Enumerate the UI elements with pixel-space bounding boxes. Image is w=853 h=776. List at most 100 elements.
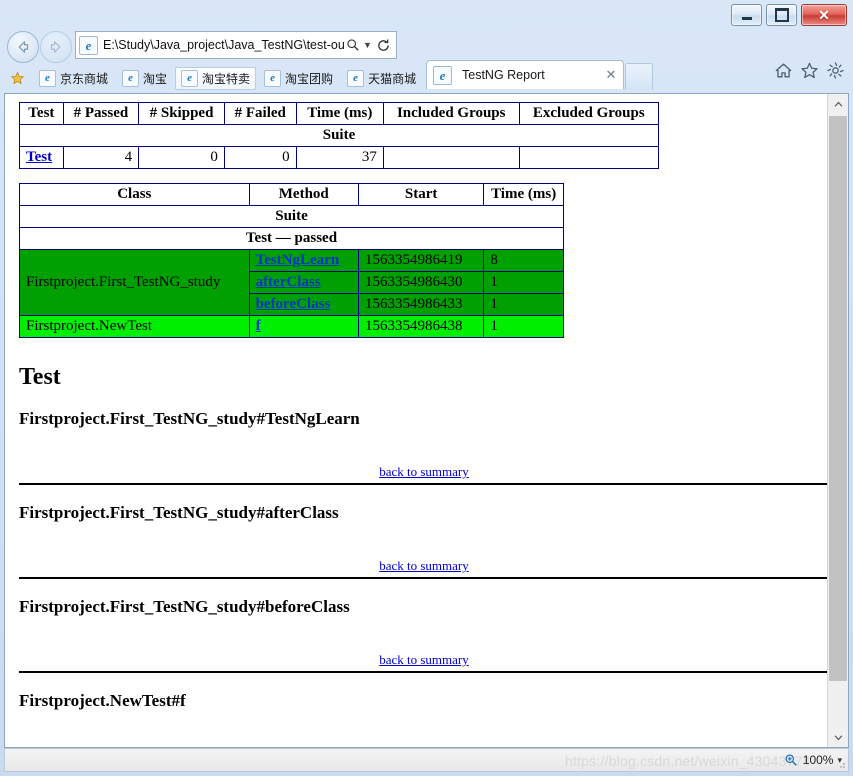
favorite-item-taobao-group[interactable]: e 淘宝团购 [258,67,339,90]
minimize-button[interactable] [731,4,762,26]
results-time-value: 8 [483,249,564,272]
back-button[interactable] [7,31,39,63]
results-time-value: 1 [483,293,564,316]
results-col-method: Method [248,183,359,206]
summary-included-groups-value [382,146,520,169]
back-to-summary-link[interactable]: back to summary [379,558,469,573]
summary-col-excluded-groups: Excluded Groups [518,102,660,125]
results-method-link[interactable]: TestNgLearn [256,252,340,268]
back-arrow-icon [18,41,29,53]
results-class-name: Firstproject.NewTest [19,315,250,338]
scroll-up-button[interactable] [828,94,848,114]
resize-grip-icon[interactable] [836,759,846,769]
table-row: Firstproject.NewTest f 1563354986438 1 [19,315,564,338]
scrollbar-thumb[interactable] [829,116,847,681]
results-method-link[interactable]: f [256,318,261,334]
results-time-value: 1 [483,271,564,294]
summary-col-skipped: # Skipped [138,102,225,125]
zoom-icon [784,753,799,768]
summary-test-link-cell: Test [19,146,64,169]
results-method-cell: f [248,315,359,338]
favorite-item-jd[interactable]: e 京东商城 [33,67,114,90]
window-controls: ✕ [731,4,847,26]
chevron-up-icon [834,101,842,107]
summary-col-time: Time (ms) [295,102,384,125]
page-favicon-icon: e [79,35,98,55]
summary-test-link[interactable]: Test [26,149,52,165]
forward-button[interactable] [40,31,72,63]
address-bar[interactable]: e E:\Study\Java_project\Java_TestNG\test… [75,31,397,59]
favorite-label: 淘宝 [143,71,168,86]
address-bar-icons: ▼ [345,35,394,55]
chevron-down-icon [834,734,842,740]
back-to-summary-wrap: back to summary [19,463,828,481]
favorite-label: 淘宝团购 [285,71,334,86]
summary-skipped-value: 0 [138,146,225,169]
detail-heading-testnglearn: Firstproject.First_TestNG_study#TestNgLe… [19,409,360,428]
section-divider [19,671,828,673]
summary-col-included-groups: Included Groups [382,102,520,125]
favorites-star-icon[interactable] [8,69,27,88]
favicon-icon: e [39,69,56,87]
maximize-icon [774,8,789,22]
favorite-label: 淘宝特卖 [202,71,251,86]
results-method-link[interactable]: beforeClass [256,296,331,312]
favicon-icon: e [347,69,365,87]
vertical-scrollbar[interactable] [827,94,848,747]
detail-heading-newtest-f: Firstproject.NewTest#f [19,691,186,710]
close-button[interactable]: ✕ [801,4,847,26]
results-status-row: Test — passed [19,227,564,250]
table-row: Test 4 0 0 37 [19,146,660,169]
summary-suite-label: Suite [19,124,659,147]
back-to-summary-wrap: back to summary [19,557,828,575]
summary-col-test: Test [19,102,64,125]
testng-report-page: Test # Passed # Skipped # Failed Time (m… [5,94,828,747]
summary-suite-row: Suite [19,124,659,147]
navigation-bar: e E:\Study\Java_project\Java_TestNG\test… [0,28,853,90]
section-divider [19,483,828,485]
status-bar: https://blog.csdn.net/weixin_43043774 10… [4,748,849,772]
results-suite-label: Suite [19,205,564,228]
results-status-label: Test — passed [19,227,564,250]
results-table: Class Method Start Time (ms) Suite Test … [19,183,564,338]
summary-passed-value: 4 [62,146,140,169]
page-title: Test [19,364,61,390]
favorite-item-tmall[interactable]: e 天猫商城 [341,67,422,90]
favorites-bar: e 京东商城 e 淘宝 e 淘宝特卖 e 淘宝团购 e 天猫商城 [0,64,853,92]
summary-failed-value: 0 [223,146,297,169]
back-to-summary-link[interactable]: back to summary [379,652,469,667]
results-method-cell: TestNgLearn [248,249,359,272]
address-input[interactable]: E:\Study\Java_project\Java_TestNG\test-o… [103,38,345,52]
favorite-item-taobao[interactable]: e 淘宝 [116,67,173,90]
results-col-time: Time (ms) [483,183,564,206]
back-to-summary-link[interactable]: back to summary [379,464,469,479]
summary-col-passed: # Passed [62,102,140,125]
section-divider [19,577,828,579]
results-header-row: Class Method Start Time (ms) [19,183,564,206]
scroll-down-button[interactable] [828,727,848,747]
favorite-item-taobao-sale[interactable]: e 淘宝特卖 [175,66,257,90]
summary-excluded-groups-value [518,146,660,169]
table-row: Firstproject.First_TestNG_study TestNgLe… [19,249,564,316]
favicon-icon: e [264,69,282,87]
results-start-value: 1563354986438 [357,315,485,338]
chevron-down-icon[interactable]: ▼ [362,35,373,55]
summary-col-failed: # Failed [223,102,297,125]
results-method-cell: afterClass [248,271,359,294]
browser-window: ✕ e E:\Study\Java_project\Java_TestNG\te… [0,0,853,776]
refresh-icon[interactable] [374,35,392,55]
close-icon: ✕ [818,7,830,23]
results-start-value: 1563354986430 [357,271,485,294]
summary-table: Test # Passed # Skipped # Failed Time (m… [19,102,660,169]
favorite-label: 天猫商城 [368,71,417,86]
search-icon[interactable] [345,35,361,55]
maximize-button[interactable] [766,4,797,26]
results-start-value: 1563354986419 [357,249,485,272]
favorite-label: 京东商城 [60,71,109,86]
results-col-start: Start [357,183,485,206]
page-viewport: Test # Passed # Skipped # Failed Time (m… [4,93,849,748]
results-method-link[interactable]: afterClass [256,274,321,290]
summary-time-value: 37 [295,146,384,169]
title-bar: ✕ [0,0,853,28]
favicon-icon: e [181,69,199,87]
